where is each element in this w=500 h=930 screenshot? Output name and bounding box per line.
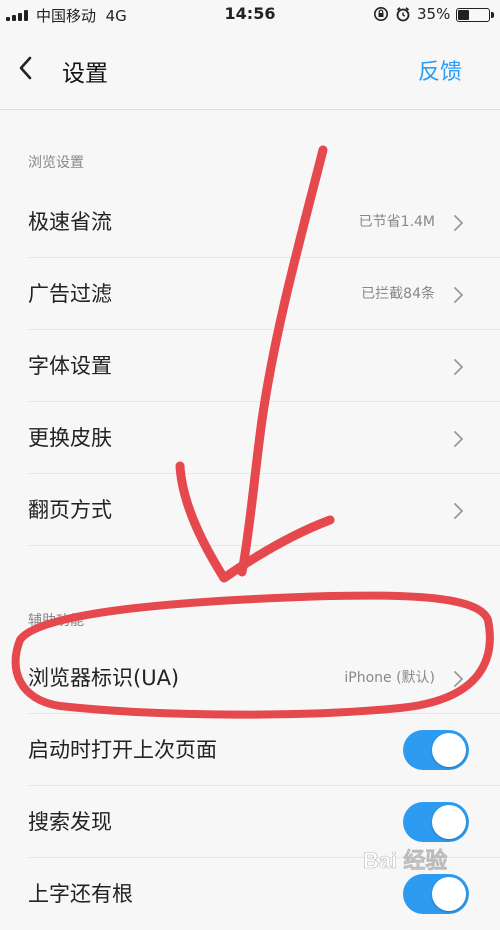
setting-row-font-settings[interactable]: 字体设置 <box>0 330 500 402</box>
row-divider <box>28 545 500 546</box>
chevron-right-icon <box>454 215 463 231</box>
setting-row-user-agent[interactable]: 浏览器标识(UA) iPhone (默认) <box>0 642 500 714</box>
setting-label: 极速省流 <box>28 210 112 234</box>
section-header-browse-settings: 浏览设置 <box>28 155 84 171</box>
baidu-paw-icon: Bai 经验 <box>363 848 448 874</box>
setting-value: 已节省1.4M <box>358 214 435 230</box>
search-discovery-toggle[interactable] <box>403 802 469 842</box>
setting-label: 广告过滤 <box>28 282 112 306</box>
alarm-icon <box>396 7 410 22</box>
page-title: 设置 <box>62 61 108 87</box>
partial-row-toggle[interactable] <box>403 874 469 914</box>
setting-row-change-skin[interactable]: 更换皮肤 <box>0 402 500 474</box>
setting-row-restore-last-page: 启动时打开上次页面 <box>0 714 500 786</box>
chevron-right-icon <box>454 359 463 375</box>
battery-percent: 35% <box>417 5 451 23</box>
setting-label: 浏览器标识(UA) <box>28 666 180 690</box>
status-bar: 中国移动 4G 14:56 35% <box>0 0 500 30</box>
restore-last-page-toggle[interactable] <box>403 730 469 770</box>
chevron-left-icon[interactable] <box>14 54 38 82</box>
rotation-lock-icon <box>374 7 388 21</box>
feedback-button[interactable]: 反馈 <box>418 54 462 86</box>
setting-label: 更换皮肤 <box>28 426 112 450</box>
chevron-right-icon <box>454 287 463 303</box>
setting-label: 翻页方式 <box>28 498 112 522</box>
setting-row-data-saver[interactable]: 极速省流 已节省1.4M <box>0 186 500 258</box>
navigation-bar: 设置 反馈 <box>0 30 500 110</box>
chevron-right-icon <box>454 503 463 519</box>
baidu-watermark: Bai 经验 <box>363 842 493 878</box>
setting-value: 已拦截84条 <box>361 286 435 302</box>
setting-label: 字体设置 <box>28 354 112 378</box>
setting-label: 启动时打开上次页面 <box>28 738 217 762</box>
watermark-text: Bai 经验 <box>363 848 447 873</box>
setting-label: 搜索发现 <box>28 810 112 834</box>
setting-label: 上字还有根 <box>28 882 133 906</box>
battery-icon <box>456 8 494 22</box>
setting-row-page-turn-mode[interactable]: 翻页方式 <box>0 474 500 546</box>
chevron-right-icon <box>454 671 463 687</box>
section-header-accessibility: 辅助功能 <box>28 613 84 629</box>
setting-value: iPhone (默认) <box>344 670 435 686</box>
chevron-right-icon <box>454 431 463 447</box>
setting-row-ad-filter[interactable]: 广告过滤 已拦截84条 <box>0 258 500 330</box>
